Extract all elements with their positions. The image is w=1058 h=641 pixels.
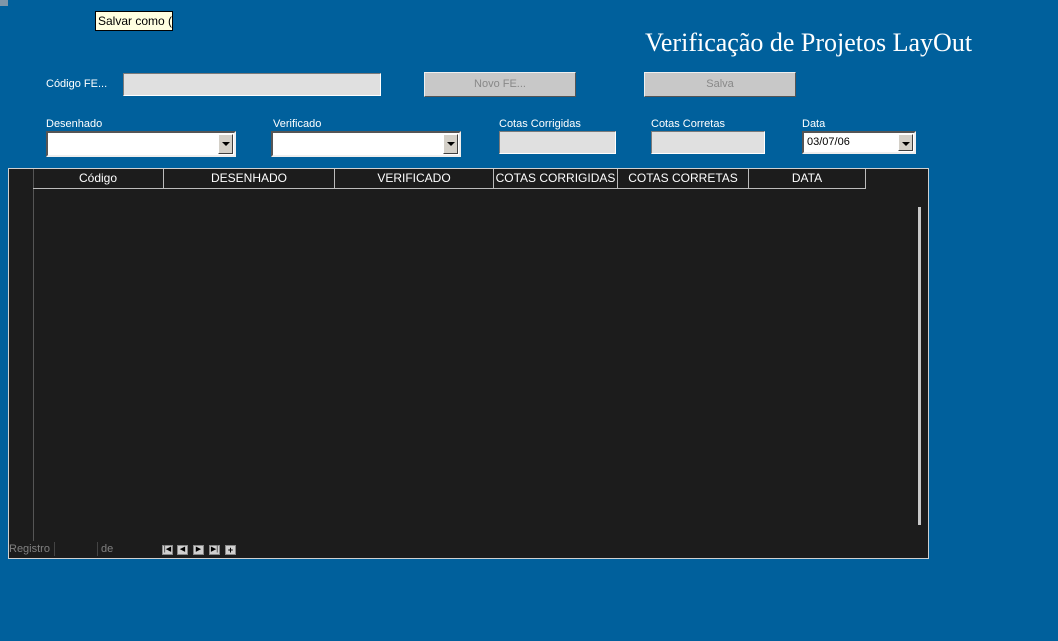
page-title: Verificação de Projetos LayOut [645, 28, 973, 57]
column-header-cotas-corrigidas[interactable]: COTAS CORRIGIDAS [494, 169, 618, 188]
column-header-desenhado[interactable]: DESENHADO [164, 169, 335, 188]
de-label: de [101, 543, 114, 555]
cotas-corretas-label: Cotas Corretas [651, 118, 725, 130]
cotas-corrigidas-label: Cotas Corrigidas [499, 118, 581, 130]
first-record-icon[interactable]: |◀ [162, 545, 173, 555]
verificado-label: Verificado [273, 118, 322, 130]
column-header-verificado[interactable]: VERIFICADO [335, 169, 494, 188]
data-select[interactable]: 03/07/06 [802, 131, 916, 154]
new-record-icon[interactable]: + [225, 545, 236, 555]
column-header-cotas-corretas[interactable]: COTAS CORRETAS [618, 169, 749, 188]
desenhado-label: Desenhado [46, 118, 103, 130]
grid-header: Código DESENHADO VERIFICADO COTAS CORRIG… [33, 169, 866, 189]
desenhado-select[interactable] [46, 131, 236, 157]
novo-fe-button[interactable]: Novo FE... [424, 72, 576, 97]
codigo-label: Código FE... [46, 78, 108, 90]
cotas-corrigidas-input[interactable] [499, 131, 616, 154]
next-record-icon[interactable]: ▶ [193, 545, 204, 555]
chevron-down-icon[interactable] [443, 134, 458, 154]
tooltip: Salvar como (C [95, 11, 173, 31]
salva-button[interactable]: Salva [644, 72, 796, 97]
codigo-input[interactable] [123, 73, 381, 96]
row-header-column [9, 169, 34, 541]
cotas-corretas-input[interactable] [651, 131, 765, 154]
last-record-icon[interactable]: ▶| [209, 545, 220, 555]
corner-mark [0, 0, 8, 6]
grid-footer: Registro de |◀ ◀ ▶ ▶| + [9, 541, 928, 558]
verificado-select[interactable] [271, 131, 461, 157]
chevron-down-icon[interactable] [218, 134, 233, 154]
chevron-down-icon[interactable] [898, 134, 913, 151]
registro-label: Registro [9, 543, 50, 555]
column-header-data[interactable]: DATA [749, 169, 866, 188]
data-grid[interactable]: Código DESENHADO VERIFICADO COTAS CORRIG… [8, 168, 929, 559]
data-label: Data [802, 118, 826, 130]
vertical-scrollbar[interactable] [918, 207, 921, 525]
record-number-field[interactable] [54, 542, 98, 556]
data-value: 03/07/06 [807, 136, 850, 148]
previous-record-icon[interactable]: ◀ [177, 545, 188, 555]
column-header-codigo[interactable]: Código [33, 169, 164, 188]
